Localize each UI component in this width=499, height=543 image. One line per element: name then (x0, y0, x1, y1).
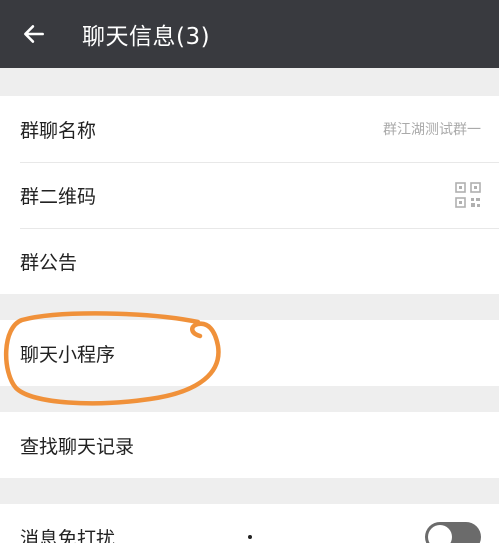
group-name-label: 群聊名称 (20, 119, 97, 142)
screen-speck (248, 535, 252, 539)
header-bar: 聊天信息(3) (0, 0, 499, 68)
mute-label: 消息免打扰 (20, 527, 116, 543)
arrow-left-icon (24, 25, 44, 43)
group-notice-row[interactable]: 群公告 (0, 228, 499, 294)
group-settings-section: 群聊名称 群江湖测试群一 群二维码 群公告 (0, 96, 499, 294)
mini-program-row[interactable]: 聊天小程序 (0, 320, 499, 386)
back-button[interactable] (0, 0, 68, 68)
group-qr-row[interactable]: 群二维码 (0, 162, 499, 228)
search-history-section: 查找聊天记录 (0, 412, 499, 478)
mini-program-label: 聊天小程序 (20, 343, 116, 366)
chat-info-screen: 聊天信息(3) 群聊名称 群江湖测试群一 群二维码 群公告 聊天小程序 查找聊天… (0, 0, 499, 543)
qr-code-icon (455, 182, 481, 208)
toggle-knob (428, 525, 452, 543)
search-history-label: 查找聊天记录 (20, 435, 135, 458)
page-title: 聊天信息(3) (82, 24, 211, 50)
group-name-value: 群江湖测试群一 (383, 122, 481, 138)
group-notice-label: 群公告 (20, 251, 78, 274)
search-history-row[interactable]: 查找聊天记录 (0, 412, 499, 478)
mute-toggle[interactable] (425, 522, 481, 543)
group-name-row[interactable]: 群聊名称 群江湖测试群一 (0, 96, 499, 162)
group-qr-label: 群二维码 (20, 185, 97, 208)
mini-program-section: 聊天小程序 (0, 320, 499, 386)
